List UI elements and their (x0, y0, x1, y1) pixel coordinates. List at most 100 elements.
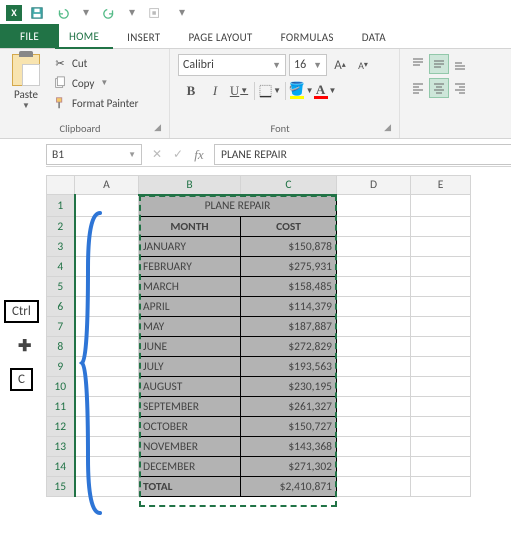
qat-customize-icon[interactable]: ▾ (174, 5, 190, 20)
cell-D15[interactable] (337, 477, 411, 497)
cell-C8[interactable]: $272,829 (241, 337, 337, 357)
undo-dropdown-icon[interactable]: ▾ (78, 5, 94, 20)
cell-A14[interactable] (75, 457, 139, 477)
repeat-button[interactable] (144, 2, 166, 24)
save-button[interactable] (26, 2, 48, 24)
tab-data[interactable]: DATA (348, 27, 400, 48)
cell-A15[interactable] (75, 477, 139, 497)
row-head-14[interactable]: 14 (47, 457, 75, 477)
cell-B3[interactable]: JANUARY (139, 237, 241, 257)
cell-D5[interactable] (337, 277, 411, 297)
underline-button[interactable]: U▼ (228, 80, 250, 102)
cell-D9[interactable] (337, 357, 411, 377)
col-head-C[interactable]: C (241, 176, 337, 195)
clipboard-dialog-launcher[interactable]: ◢ (154, 122, 161, 133)
cell-E14[interactable] (411, 457, 471, 477)
cell-E4[interactable] (411, 257, 471, 277)
row-head-12[interactable]: 12 (47, 417, 75, 437)
row-head-8[interactable]: 8 (47, 337, 75, 357)
cell-A7[interactable] (75, 317, 139, 337)
align-left-button[interactable] (408, 78, 428, 98)
cell-D3[interactable] (337, 237, 411, 257)
cell-C9[interactable]: $193,563 (241, 357, 337, 377)
paste-button[interactable]: Paste ▼ (6, 52, 46, 120)
cell-E2[interactable] (411, 217, 471, 237)
cell-A6[interactable] (75, 297, 139, 317)
font-size-select[interactable]: 16 ▼ (289, 54, 327, 76)
row-head-3[interactable]: 3 (47, 237, 75, 257)
cell-D10[interactable] (337, 377, 411, 397)
cancel-formula-button[interactable]: ✕ (148, 146, 166, 164)
cell-C4[interactable]: $275,931 (241, 257, 337, 277)
decrease-font-button[interactable]: A▾ (353, 54, 373, 76)
tab-page-layout[interactable]: PAGE LAYOUT (174, 27, 266, 48)
cell-A5[interactable] (75, 277, 139, 297)
font-name-select[interactable]: Calibri ▼ (178, 54, 286, 76)
cell-C3[interactable]: $150,878 (241, 237, 337, 257)
cell-E6[interactable] (411, 297, 471, 317)
italic-button[interactable]: I (204, 80, 226, 102)
tab-home[interactable]: HOME (55, 26, 113, 49)
row-head-11[interactable]: 11 (47, 397, 75, 417)
cell-E12[interactable] (411, 417, 471, 437)
row-head-10[interactable]: 10 (47, 377, 75, 397)
cell-E7[interactable] (411, 317, 471, 337)
cell-E5[interactable] (411, 277, 471, 297)
redo-button[interactable] (98, 2, 120, 24)
cell-B15[interactable]: TOTAL (139, 477, 241, 497)
cell-D7[interactable] (337, 317, 411, 337)
cell-B4[interactable]: FEBRUARY (139, 257, 241, 277)
bold-button[interactable]: B (180, 80, 202, 102)
row-head-9[interactable]: 9 (47, 357, 75, 377)
cell-E9[interactable] (411, 357, 471, 377)
cell-E13[interactable] (411, 437, 471, 457)
cell-D14[interactable] (337, 457, 411, 477)
cell-D4[interactable] (337, 257, 411, 277)
cell-C7[interactable]: $187,887 (241, 317, 337, 337)
cell-C12[interactable]: $150,727 (241, 417, 337, 437)
cell-B12[interactable]: OCTOBER (139, 417, 241, 437)
cell-A10[interactable] (75, 377, 139, 397)
undo-button[interactable] (52, 2, 74, 24)
cell-B6[interactable]: APRIL (139, 297, 241, 317)
tab-insert[interactable]: INSERT (113, 27, 174, 48)
cell-E8[interactable] (411, 337, 471, 357)
col-head-B[interactable]: B (139, 176, 241, 195)
col-head-D[interactable]: D (337, 176, 411, 195)
cell-B5[interactable]: MARCH (139, 277, 241, 297)
copy-button[interactable]: Copy ▼ (50, 74, 140, 92)
copy-dropdown-icon[interactable]: ▼ (100, 78, 108, 88)
cell-D13[interactable] (337, 437, 411, 457)
row-head-7[interactable]: 7 (47, 317, 75, 337)
cell-E3[interactable] (411, 237, 471, 257)
cell-D11[interactable] (337, 397, 411, 417)
cell-B8[interactable]: JUNE (139, 337, 241, 357)
font-color-button[interactable]: A▼ (314, 80, 336, 102)
cell-A2[interactable] (75, 217, 139, 237)
cell-B9[interactable]: JULY (139, 357, 241, 377)
cell-A13[interactable] (75, 437, 139, 457)
select-all-corner[interactable] (47, 176, 75, 195)
cell-A1[interactable] (75, 195, 139, 217)
cell-B1[interactable]: PLANE REPAIR (139, 195, 337, 217)
cell-A4[interactable] (75, 257, 139, 277)
cell-E1[interactable] (411, 195, 471, 217)
cell-C2[interactable]: COST (241, 217, 337, 237)
fill-color-button[interactable]: 🪣▼ (290, 80, 312, 102)
cell-D8[interactable] (337, 337, 411, 357)
name-box[interactable]: B1 ▼ (46, 144, 142, 165)
align-center-button[interactable] (429, 78, 449, 98)
borders-button[interactable]: ▼ (259, 80, 281, 102)
col-head-E[interactable]: E (411, 176, 471, 195)
cell-D1[interactable] (337, 195, 411, 217)
accept-formula-button[interactable]: ✓ (169, 146, 187, 164)
cell-C5[interactable]: $158,485 (241, 277, 337, 297)
formula-input[interactable]: PLANE REPAIR (214, 144, 511, 165)
cell-B10[interactable]: AUGUST (139, 377, 241, 397)
cell-B13[interactable]: NOVEMBER (139, 437, 241, 457)
cell-C13[interactable]: $143,368 (241, 437, 337, 457)
cell-A11[interactable] (75, 397, 139, 417)
cell-D12[interactable] (337, 417, 411, 437)
cell-C15[interactable]: $2,410,871 (241, 477, 337, 497)
paste-dropdown-icon[interactable]: ▼ (22, 101, 30, 111)
